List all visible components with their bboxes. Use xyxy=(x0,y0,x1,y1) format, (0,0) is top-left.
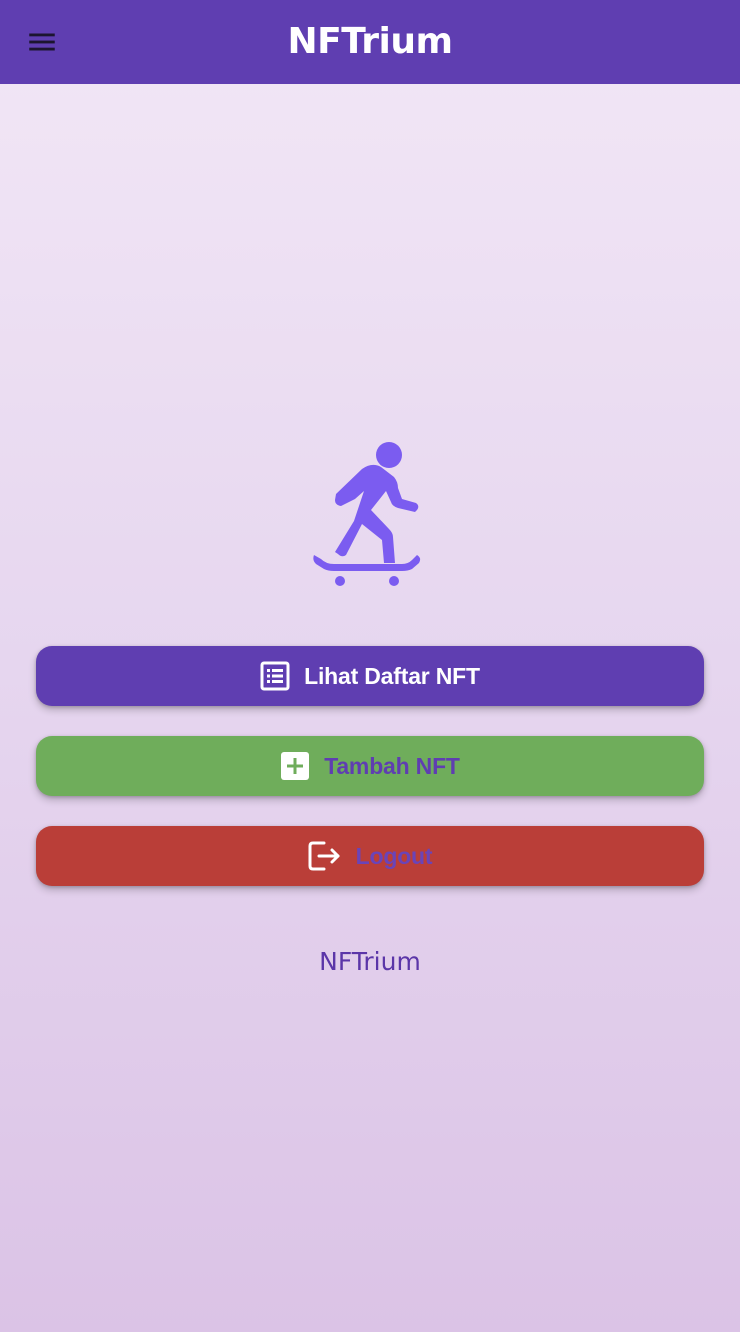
logout-icon xyxy=(308,841,342,871)
view-nft-list-button[interactable]: Lihat Daftar NFT xyxy=(36,646,704,706)
skateboarding-icon xyxy=(313,442,421,586)
add-box-icon xyxy=(280,751,310,781)
logout-label: Logout xyxy=(355,842,433,869)
list-icon xyxy=(260,661,290,691)
logout-button[interactable]: Logout xyxy=(36,826,704,886)
app-bar: NFTrium xyxy=(0,0,740,84)
add-nft-button[interactable]: Tambah NFT xyxy=(36,736,704,796)
app-title: NFTrium xyxy=(287,21,453,62)
add-nft-label: Tambah NFT xyxy=(324,752,460,779)
view-nft-list-label: Lihat Daftar NFT xyxy=(304,662,480,689)
footer-app-name: NFTrium xyxy=(319,947,421,976)
